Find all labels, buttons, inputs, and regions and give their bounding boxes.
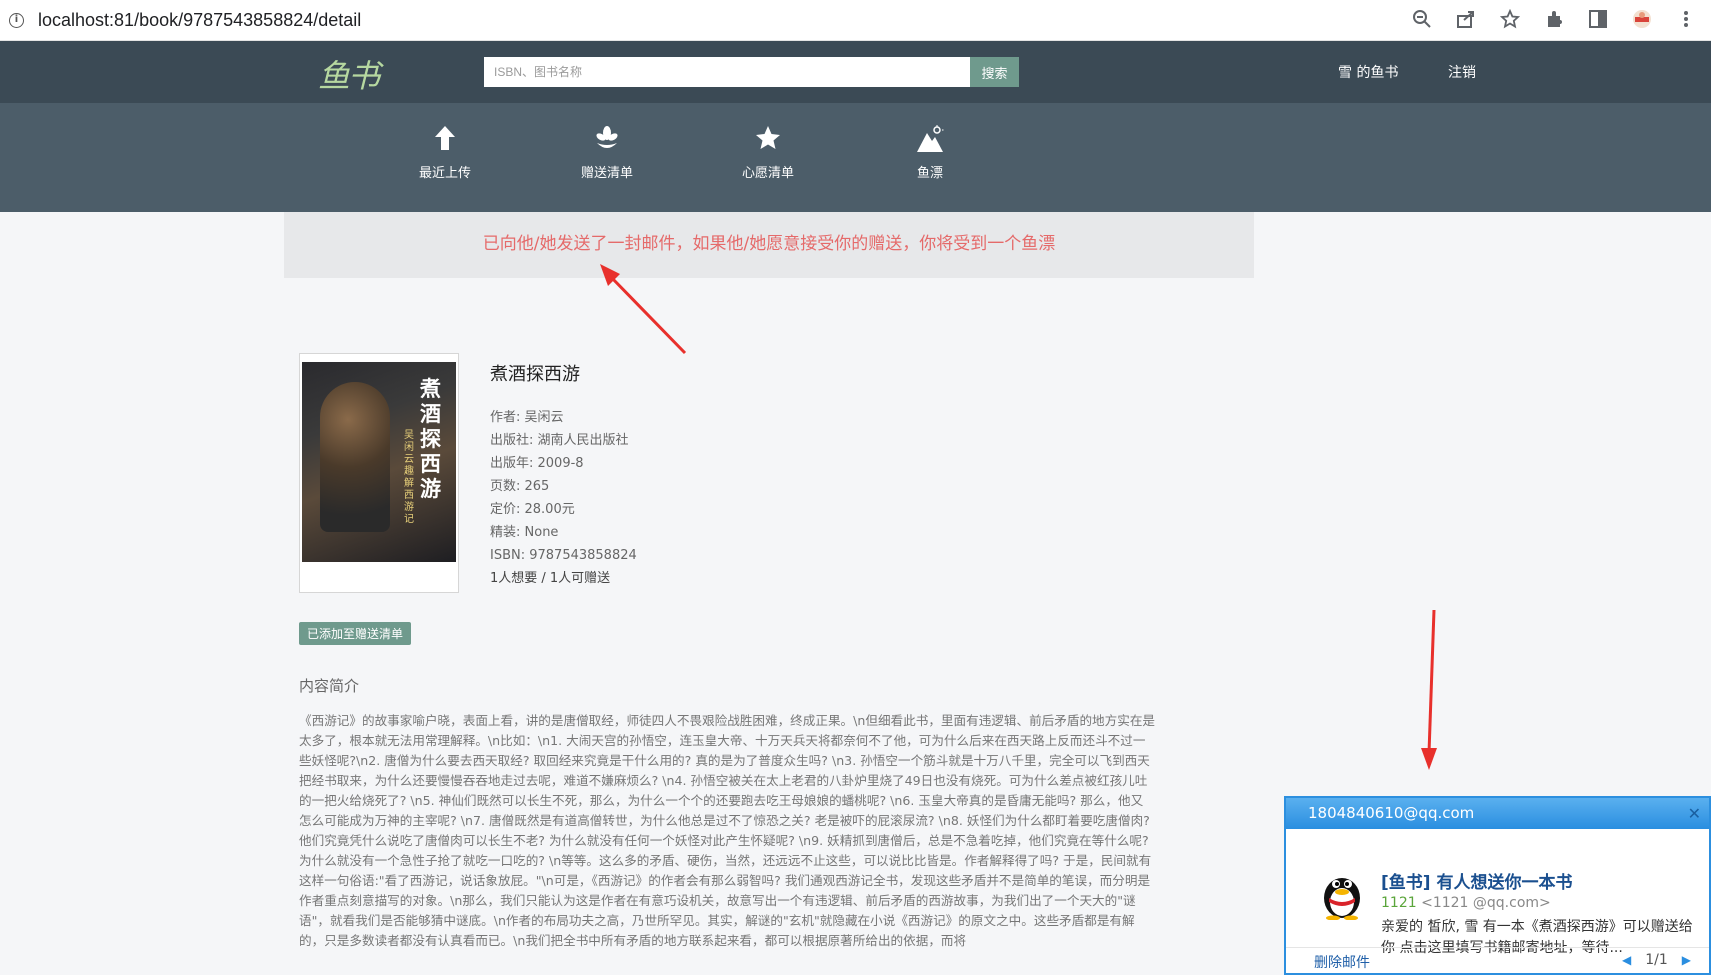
intro-heading: 内容简介 — [299, 677, 360, 695]
profile-avatar-icon[interactable] — [1631, 8, 1653, 30]
book-pubdate: 出版年: 2009-8 — [490, 456, 584, 471]
prev-page-icon[interactable]: ◀ — [1622, 953, 1631, 967]
intro-text: 《西游记》的故事家喻户晓，表面上看，讲的是唐僧取经，师徒四人不畏艰险战胜困难，终… — [299, 713, 1156, 948]
browser-toolbar — [1411, 8, 1697, 30]
book-title: 煮酒探西游 — [490, 364, 580, 385]
search-input[interactable] — [484, 57, 970, 87]
book-isbn: ISBN: 9787543858824 — [490, 548, 637, 563]
nav-fish-float[interactable]: 鱼漂 — [880, 125, 980, 181]
close-icon[interactable]: ✕ — [1688, 798, 1701, 829]
gift-flower-icon — [557, 125, 657, 159]
next-page-icon[interactable]: ▶ — [1682, 953, 1691, 967]
share-icon[interactable] — [1455, 8, 1477, 30]
qq-mail-notification[interactable]: 1804840610@qq.com ✕ [鱼书] 有人想送你一本书 1121 <… — [1284, 796, 1711, 975]
extensions-icon[interactable] — [1543, 8, 1565, 30]
mountain-icon — [880, 125, 980, 159]
cover-title: 煮酒探西游 — [420, 376, 441, 501]
mail-account: 1804840610@qq.com — [1308, 804, 1475, 822]
top-navbar: 鱼书 搜索 雪 的鱼书 注销 — [0, 41, 1711, 103]
cover-figure — [320, 382, 390, 532]
book-binding: 精装: None — [490, 525, 559, 540]
mail-page-count: 1/1 — [1645, 952, 1668, 968]
nav-label: 赠送清单 — [580, 166, 633, 181]
wish-gift-count: 1人想要 / 1人可赠送 — [490, 571, 611, 586]
nav-wish-list[interactable]: 心愿清单 — [718, 125, 818, 181]
qq-penguin-icon — [1324, 878, 1360, 920]
added-to-gifts-badge: 已添加至赠送清单 — [299, 622, 412, 645]
logout-link[interactable]: 注销 — [1448, 62, 1476, 82]
mail-header: 1804840610@qq.com ✕ — [1286, 798, 1709, 829]
site-logo[interactable]: 鱼书 — [318, 51, 380, 97]
nav-label: 鱼漂 — [916, 166, 943, 181]
book-cover: 煮酒探西游 吴闲云趣解西游记 — [299, 353, 459, 593]
cover-subtitle: 吴闲云趣解西游记 — [404, 430, 414, 525]
star-icon — [718, 125, 818, 159]
mail-subject[interactable]: [鱼书] 有人想送你一本书 — [1381, 868, 1572, 893]
book-meta: 作者: 吴闲云 出版社: 湖南人民出版社 出版年: 2009-8 页数: 265… — [490, 406, 637, 590]
book-price: 定价: 28.00元 — [490, 502, 575, 517]
nav-recent-uploads[interactable]: 最近上传 — [395, 125, 495, 181]
book-author: 作者: 吴闲云 — [490, 410, 564, 425]
mail-footer: 删除邮件 ◀ 1/1 ▶ — [1286, 947, 1709, 973]
zoom-icon[interactable] — [1411, 8, 1433, 30]
nav-label: 最近上传 — [418, 166, 471, 181]
sub-navbar: 最近上传 赠送清单 心愿清单 鱼漂 — [0, 103, 1711, 212]
upload-arrow-icon — [395, 125, 495, 159]
book-pages: 页数: 265 — [490, 479, 550, 494]
mail-from-address: <1121 @qq.com> — [1421, 895, 1551, 911]
mail-from-name: 1121 — [1381, 895, 1417, 911]
book-cover-image: 煮酒探西游 吴闲云趣解西游记 — [302, 362, 456, 562]
mail-sent-alert: 已向他/她发送了一封邮件，如果他/她愿意接受你的赠送，你将受到一个鱼漂 — [284, 212, 1254, 278]
annotation-arrow-up — [600, 264, 687, 355]
mail-body[interactable]: [鱼书] 有人想送你一本书 1121 <1121 @qq.com> 亲爱的 皙欣… — [1286, 829, 1709, 956]
nav-gift-list[interactable]: 赠送清单 — [557, 125, 657, 181]
search-button[interactable]: 搜索 — [970, 57, 1019, 87]
bookmark-star-icon[interactable] — [1499, 8, 1521, 30]
book-publisher: 出版社: 湖南人民出版社 — [490, 433, 629, 448]
delete-mail-button[interactable]: 删除邮件 — [1314, 952, 1370, 972]
info-icon[interactable]: i — [9, 12, 24, 28]
mail-from: 1121 <1121 @qq.com> — [1381, 895, 1551, 911]
mail-pager: ◀ 1/1 ▶ — [1622, 952, 1691, 968]
side-panel-icon[interactable] — [1587, 8, 1609, 30]
browser-menu-icon[interactable] — [1675, 8, 1697, 30]
nav-label: 心愿清单 — [741, 166, 794, 181]
browser-address-bar: i localhost:81/book/9787543858824/detail — [0, 0, 1711, 41]
url-text[interactable]: localhost:81/book/9787543858824/detail — [38, 10, 361, 31]
my-books-link[interactable]: 雪 的鱼书 — [1338, 62, 1398, 82]
annotation-arrow-down — [1421, 609, 1437, 770]
search-bar: 搜索 — [484, 57, 1019, 87]
